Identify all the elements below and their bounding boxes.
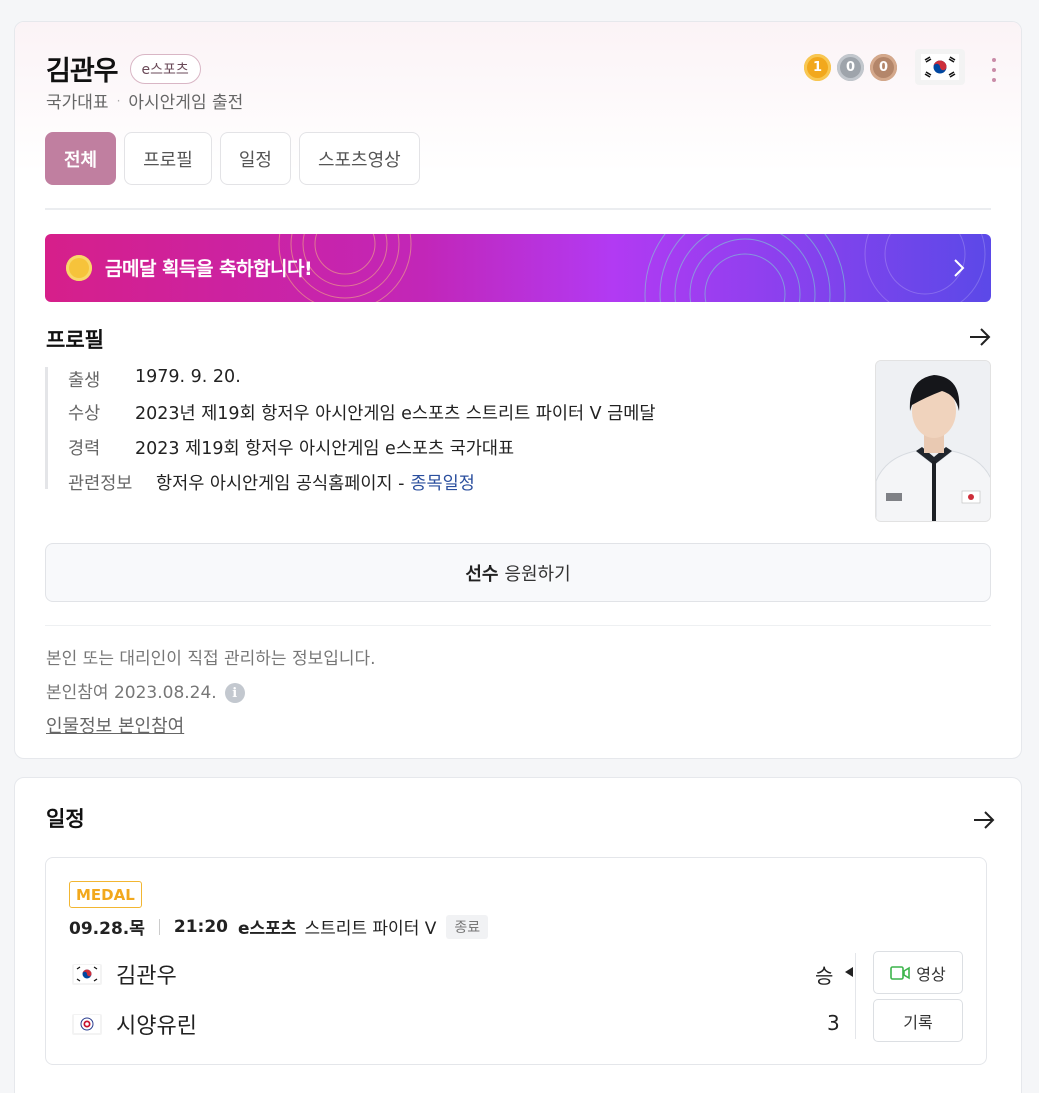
player-photo[interactable] (875, 360, 991, 522)
gold-medal-icon: 1 (804, 54, 831, 81)
korea-flag-icon (915, 49, 965, 85)
cheer-text: 응원하기 (504, 563, 571, 585)
chevron-right-icon (954, 259, 965, 277)
gold-medal-banner[interactable]: 금메달 획득을 축하합니다! (45, 234, 991, 302)
player-profile-card: 김관우 e스포츠 국가대표 · 아시안게임 출전 1 0 0 전체 프로필 일정… (14, 21, 1022, 759)
player-subline: 국가대표 · 아시안게임 출전 (46, 88, 243, 113)
record-button[interactable]: 기록 (873, 999, 963, 1042)
video-camera-icon (890, 965, 911, 980)
game-date: 09.28.목 (69, 919, 145, 939)
separator-dot: · (116, 93, 121, 108)
player-role: 국가대표 (46, 93, 109, 113)
video-button[interactable]: 영상 (873, 951, 963, 994)
korea-flag-icon (72, 963, 102, 985)
team1-result: 승 (815, 964, 834, 988)
arrow-right-icon[interactable] (969, 328, 991, 346)
player-event: 아시안게임 출전 (128, 93, 244, 113)
medal-count: 1 0 0 (804, 54, 897, 81)
info-row-award: 수상 2023년 제19회 항저우 아시안게임 e스포츠 스트리트 파이터 V … (68, 400, 655, 425)
schedule-section-title: 일정 (46, 807, 85, 831)
schedule-card: 일정 MEDAL 09.28.목 21:20 e스포츠 스트리트 파이터 V 종… (14, 777, 1022, 1093)
info-row-related: 관련정보 항저우 아시안게임 공식홈페이지 - 종목일정 (68, 470, 475, 495)
player-name-row: 김관우 e스포츠 (46, 49, 201, 88)
tab-sports-video[interactable]: 스포츠영상 (298, 132, 420, 185)
info-label: 출생 (68, 371, 101, 391)
medal-badge: MEDAL (69, 881, 142, 908)
self-participation-date: 본인참여 2023.08.24. (46, 683, 217, 703)
info-label: 수상 (68, 404, 101, 424)
team-name[interactable]: 김관우 (116, 958, 177, 990)
tab-bar: 전체 프로필 일정 스포츠영상 (45, 132, 420, 185)
cheer-bold-text: 선수 (465, 563, 499, 585)
profile-info-list: 출생 1979. 9. 20. 수상 2023년 제19회 항저우 아시안게임 … (45, 367, 805, 494)
cheer-player-button[interactable]: 선수 응원하기 (45, 543, 991, 602)
info-icon[interactable]: i (224, 683, 245, 703)
tab-all[interactable]: 전체 (45, 132, 117, 185)
gold-coin-icon (66, 255, 92, 281)
chinese-taipei-flag-icon (72, 1013, 102, 1035)
winner-marker-icon (845, 967, 853, 977)
profile-section-title: 프로필 (46, 328, 104, 352)
game-sport: e스포츠 (238, 919, 297, 939)
info-value: 2023 제19회 항저우 아시안게임 e스포츠 국가대표 (135, 439, 515, 459)
game-meta: 09.28.목 21:20 e스포츠 스트리트 파이터 V 종료 (69, 914, 489, 939)
divider (855, 953, 856, 1039)
info-value: 2023년 제19회 항저우 아시안게임 e스포츠 스트리트 파이터 V 금메달 (135, 404, 656, 424)
more-options-icon[interactable] (991, 58, 997, 82)
tab-profile[interactable]: 프로필 (124, 132, 212, 185)
record-button-label: 기록 (903, 1012, 933, 1032)
game-event: 스트리트 파이터 V (304, 919, 437, 939)
status-badge: 종료 (446, 914, 489, 939)
team-row-2: 시양유린 (72, 1008, 197, 1040)
sport-tag[interactable]: e스포츠 (129, 53, 201, 84)
player-name: 김관우 (46, 56, 119, 87)
arrow-right-icon[interactable] (973, 811, 995, 829)
banner-text: 금메달 획득을 축하합니다! (105, 258, 313, 280)
team-row-1: 김관우 (72, 958, 177, 990)
info-label: 관련정보 (68, 474, 133, 494)
separator (158, 918, 160, 935)
tab-schedule[interactable]: 일정 (219, 132, 291, 185)
game-time: 21:20 (173, 916, 228, 937)
info-row-career: 경력 2023 제19회 항저우 아시안게임 e스포츠 국가대표 (68, 435, 514, 460)
divider (45, 208, 991, 210)
info-row-birth: 출생 1979. 9. 20. (68, 367, 241, 392)
self-participation-link[interactable]: 인물정보 본인참여 (46, 712, 184, 738)
self-participation-note: 본인참여 2023.08.24. i (46, 678, 245, 703)
info-label: 경력 (68, 439, 101, 459)
video-button-label: 영상 (916, 964, 946, 984)
silver-medal-icon: 0 (837, 54, 864, 81)
managed-info-note: 본인 또는 대리인이 직접 관리하는 정보입니다. (46, 649, 376, 669)
event-schedule-link[interactable]: 종목일정 (410, 470, 474, 495)
team-name[interactable]: 시양유린 (116, 1008, 197, 1040)
divider (45, 625, 991, 626)
info-value: 항저우 아시안게임 공식홈페이지 - (156, 474, 405, 494)
team2-result: 3 (827, 1011, 840, 1035)
game-result-card: MEDAL 09.28.목 21:20 e스포츠 스트리트 파이터 V 종료 김… (45, 857, 987, 1065)
info-value: 1979. 9. 20. (135, 367, 241, 387)
bronze-medal-icon: 0 (870, 54, 897, 81)
